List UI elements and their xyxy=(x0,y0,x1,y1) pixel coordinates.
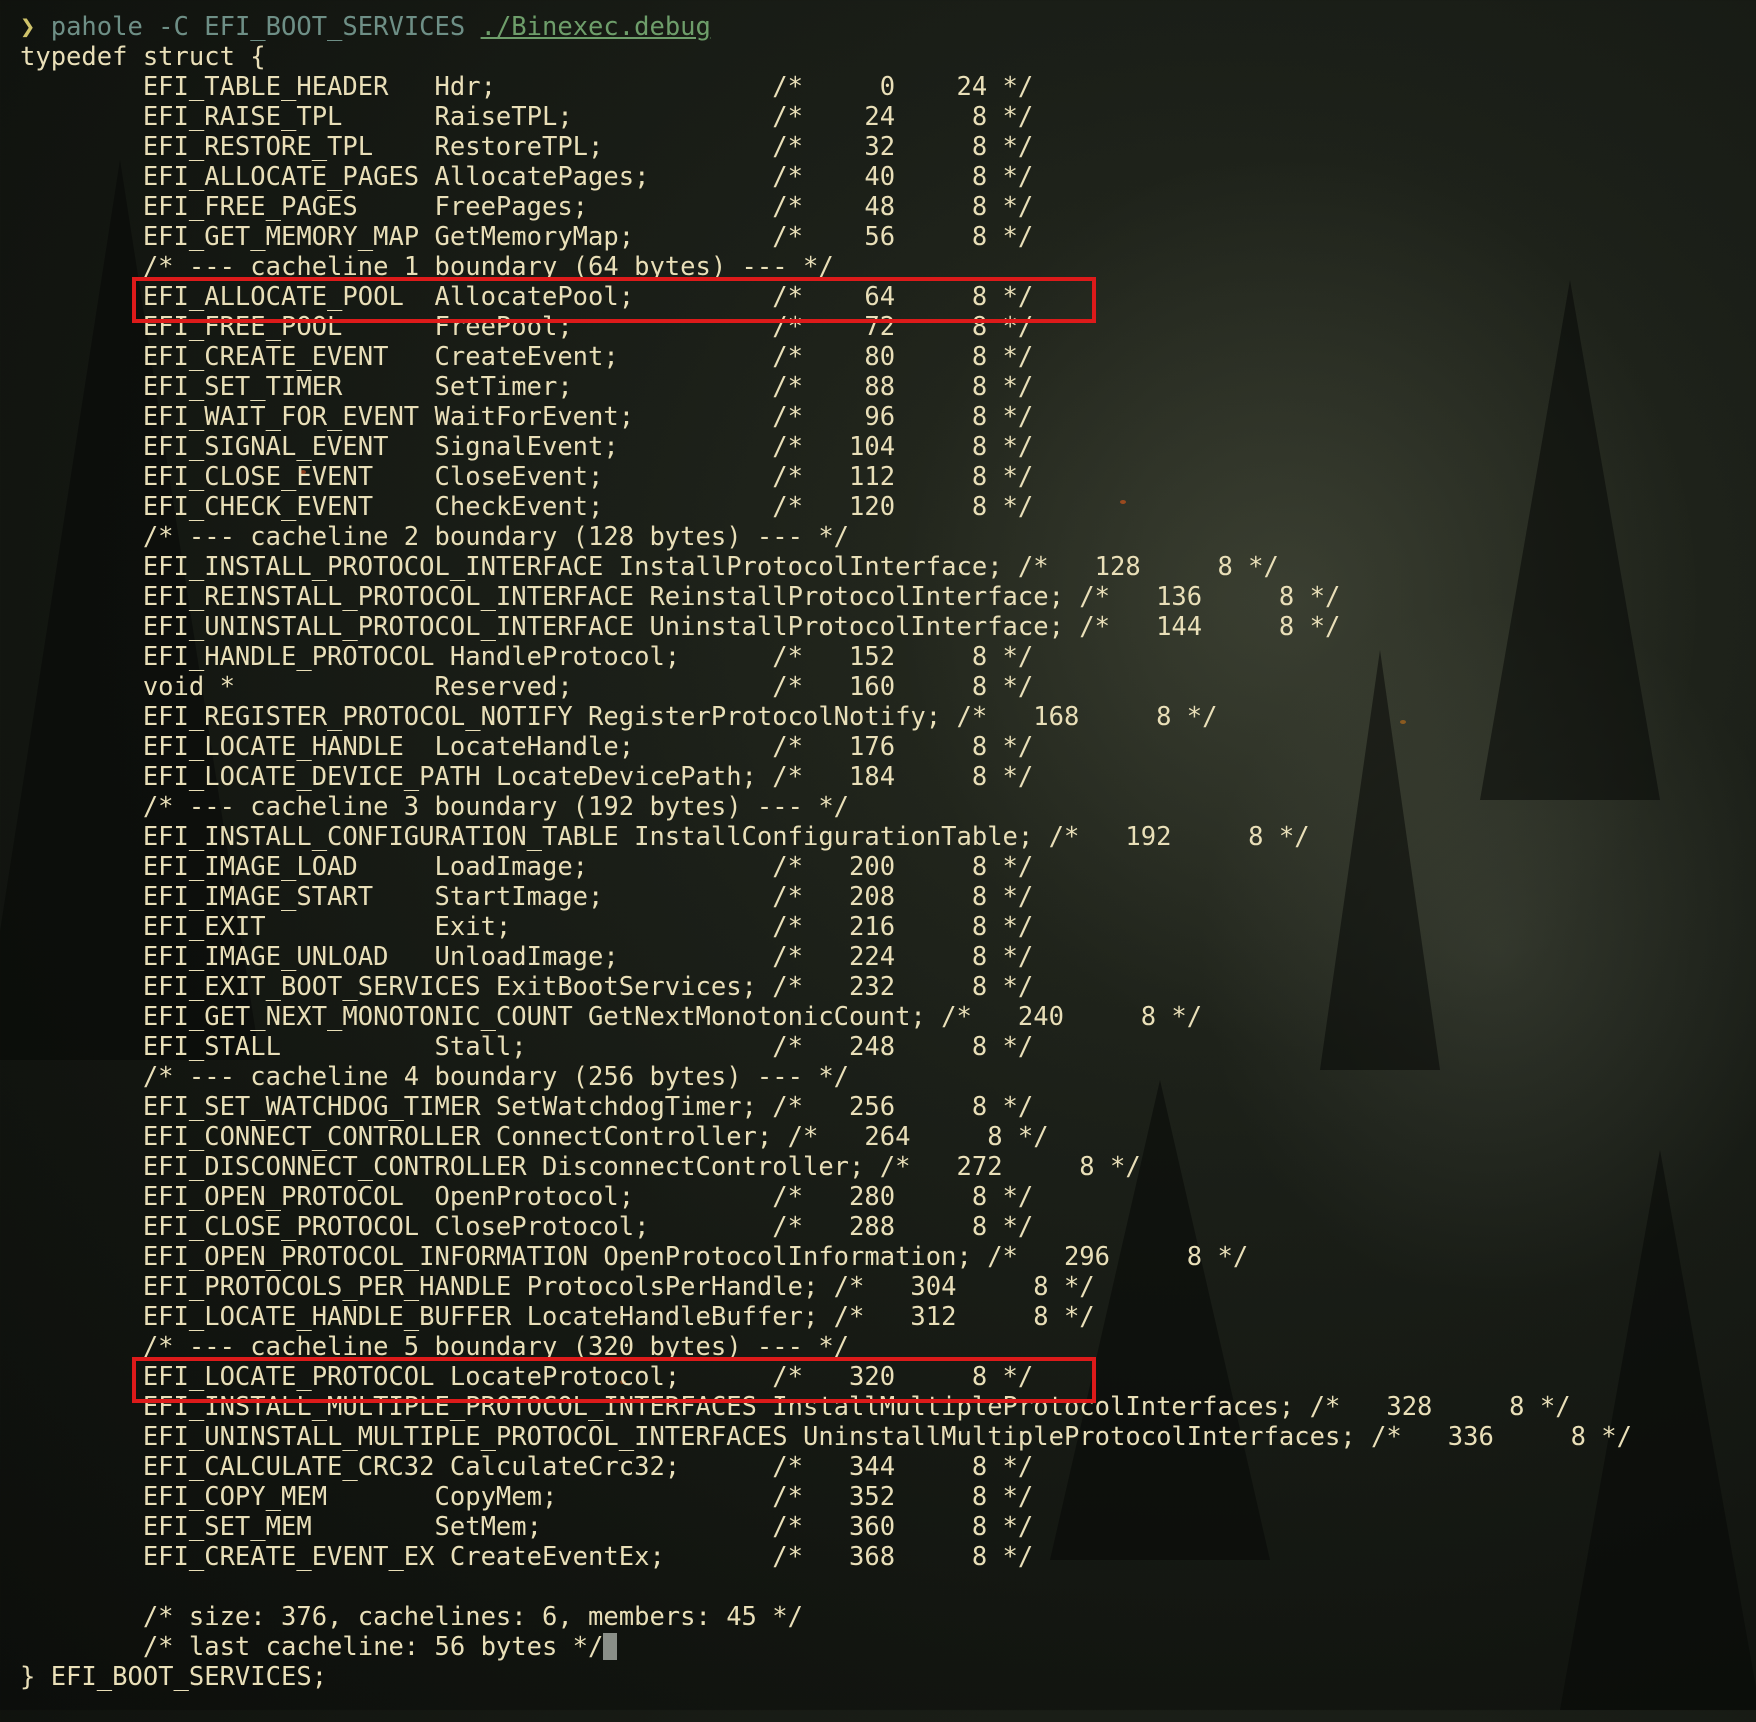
file-path-link[interactable]: ./Binexec.debug xyxy=(481,12,711,42)
last-cacheline-text: /* last cacheline: 56 bytes */ xyxy=(20,1632,604,1662)
struct-member-line: EFI_TABLE_HEADER Hdr; /* 0 24 */ xyxy=(20,72,1034,102)
struct-member-line: /* --- cacheline 5 boundary (320 bytes) … xyxy=(20,1332,850,1362)
struct-member-line: EFI_CLOSE_EVENT CloseEvent; /* 112 8 */ xyxy=(20,462,1034,492)
struct-header: typedef struct { xyxy=(20,42,266,72)
struct-member-line: EFI_IMAGE_LOAD LoadImage; /* 200 8 */ xyxy=(20,852,1034,882)
struct-member-line: EFI_SIGNAL_EVENT SignalEvent; /* 104 8 *… xyxy=(20,432,1034,462)
cursor-block-icon xyxy=(603,1633,618,1660)
struct-member-line: /* --- cacheline 3 boundary (192 bytes) … xyxy=(20,792,850,822)
struct-member-line: EFI_DISCONNECT_CONTROLLER DisconnectCont… xyxy=(20,1152,1141,1182)
struct-member-line: EFI_CREATE_EVENT CreateEvent; /* 80 8 */ xyxy=(20,342,1034,372)
struct-member-line: EFI_CHECK_EVENT CheckEvent; /* 120 8 */ xyxy=(20,492,1034,522)
struct-member-line: EFI_REGISTER_PROTOCOL_NOTIFY RegisterPro… xyxy=(20,702,1218,732)
struct-member-line: EFI_PROTOCOLS_PER_HANDLE ProtocolsPerHan… xyxy=(20,1272,1095,1302)
struct-member-line: EFI_WAIT_FOR_EVENT WaitForEvent; /* 96 8… xyxy=(20,402,1034,432)
struct-member-line: EFI_IMAGE_START StartImage; /* 208 8 */ xyxy=(20,882,1034,912)
struct-member-line: /* --- cacheline 2 boundary (128 bytes) … xyxy=(20,522,850,552)
struct-member-line: EFI_INSTALL_MULTIPLE_PROTOCOL_INTERFACES… xyxy=(20,1392,1571,1422)
struct-member-line: EFI_REINSTALL_PROTOCOL_INTERFACE Reinsta… xyxy=(20,582,1341,612)
struct-member-line: /* size: 376, cachelines: 6, members: 45… xyxy=(20,1602,803,1632)
struct-member-line: EFI_FREE_PAGES FreePages; /* 48 8 */ xyxy=(20,192,1034,222)
struct-member-line: EFI_OPEN_PROTOCOL OpenProtocol; /* 280 8… xyxy=(20,1182,1034,1212)
struct-member-line: EFI_LOCATE_PROTOCOL LocateProtocol; /* 3… xyxy=(20,1362,1034,1392)
struct-member-line: EFI_CLOSE_PROTOCOL CloseProtocol; /* 288… xyxy=(20,1212,1034,1242)
struct-member-line: EFI_RESTORE_TPL RestoreTPL; /* 32 8 */ xyxy=(20,132,1034,162)
struct-member-line: /* last cacheline: 56 bytes */ xyxy=(0,1632,1756,1662)
struct-member-line: EFI_ALLOCATE_POOL AllocatePool; /* 64 8 … xyxy=(20,282,1034,312)
struct-member-line: EFI_UNINSTALL_MULTIPLE_PROTOCOL_INTERFAC… xyxy=(20,1422,1632,1452)
struct-member-line: EFI_UNINSTALL_PROTOCOL_INTERFACE Uninsta… xyxy=(20,612,1341,642)
struct-member-line: EFI_COPY_MEM CopyMem; /* 352 8 */ xyxy=(20,1482,1034,1512)
struct-member-line: EFI_CONNECT_CONTROLLER ConnectController… xyxy=(20,1122,1049,1152)
struct-member-line: EFI_FREE_POOL FreePool; /* 72 8 */ xyxy=(20,312,1034,342)
struct-member-line: EFI_SET_MEM SetMem; /* 360 8 */ xyxy=(20,1512,1034,1542)
struct-member-line: EFI_OPEN_PROTOCOL_INFORMATION OpenProtoc… xyxy=(20,1242,1249,1272)
struct-member-line: EFI_LOCATE_HANDLE LocateHandle; /* 176 8… xyxy=(20,732,1034,762)
terminal-output: ❯ pahole -C EFI_BOOT_SERVICES ./Binexec.… xyxy=(0,0,1756,1722)
struct-member-line: EFI_RAISE_TPL RaiseTPL; /* 24 8 */ xyxy=(20,102,1034,132)
struct-member-line: EFI_SET_TIMER SetTimer; /* 88 8 */ xyxy=(20,372,1034,402)
struct-member-line: void * Reserved; /* 160 8 */ xyxy=(20,672,1034,702)
struct-footer: } EFI_BOOT_SERVICES; xyxy=(20,1662,328,1692)
struct-member-line: EFI_LOCATE_DEVICE_PATH LocateDevicePath;… xyxy=(20,762,1034,792)
struct-member-line: EFI_EXIT_BOOT_SERVICES ExitBootServices;… xyxy=(20,972,1034,1002)
struct-member-line: EFI_STALL Stall; /* 248 8 */ xyxy=(20,1032,1034,1062)
prompt-arrow-icon: ❯ xyxy=(20,12,36,42)
struct-member-line: EFI_INSTALL_CONFIGURATION_TABLE InstallC… xyxy=(20,822,1310,852)
command-text: pahole -C EFI_BOOT_SERVICES xyxy=(50,12,466,42)
struct-member-line: EFI_CALCULATE_CRC32 CalculateCrc32; /* 3… xyxy=(20,1452,1034,1482)
struct-member-line: EFI_HANDLE_PROTOCOL HandleProtocol; /* 1… xyxy=(20,642,1034,672)
struct-member-line: /* --- cacheline 1 boundary (64 bytes) -… xyxy=(20,252,834,282)
struct-member-line: EFI_GET_NEXT_MONOTONIC_COUNT GetNextMono… xyxy=(20,1002,1203,1032)
struct-member-line xyxy=(0,1572,1756,1602)
struct-member-line: EFI_GET_MEMORY_MAP GetMemoryMap; /* 56 8… xyxy=(20,222,1034,252)
struct-member-line: EFI_INSTALL_PROTOCOL_INTERFACE InstallPr… xyxy=(20,552,1279,582)
struct-member-line: EFI_SET_WATCHDOG_TIMER SetWatchdogTimer;… xyxy=(20,1092,1034,1122)
struct-member-line: EFI_IMAGE_UNLOAD UnloadImage; /* 224 8 *… xyxy=(20,942,1034,972)
prompt-line: ❯ pahole -C EFI_BOOT_SERVICES ./Binexec.… xyxy=(0,12,1756,42)
struct-members: EFI_TABLE_HEADER Hdr; /* 0 24 */ EFI_RAI… xyxy=(0,72,1756,1662)
struct-member-line: /* --- cacheline 4 boundary (256 bytes) … xyxy=(20,1062,850,1092)
struct-member-line: EFI_LOCATE_HANDLE_BUFFER LocateHandleBuf… xyxy=(20,1302,1095,1332)
struct-member-line: EFI_ALLOCATE_PAGES AllocatePages; /* 40 … xyxy=(20,162,1034,192)
struct-member-line: EFI_EXIT Exit; /* 216 8 */ xyxy=(20,912,1034,942)
struct-member-line: EFI_CREATE_EVENT_EX CreateEventEx; /* 36… xyxy=(20,1542,1034,1572)
